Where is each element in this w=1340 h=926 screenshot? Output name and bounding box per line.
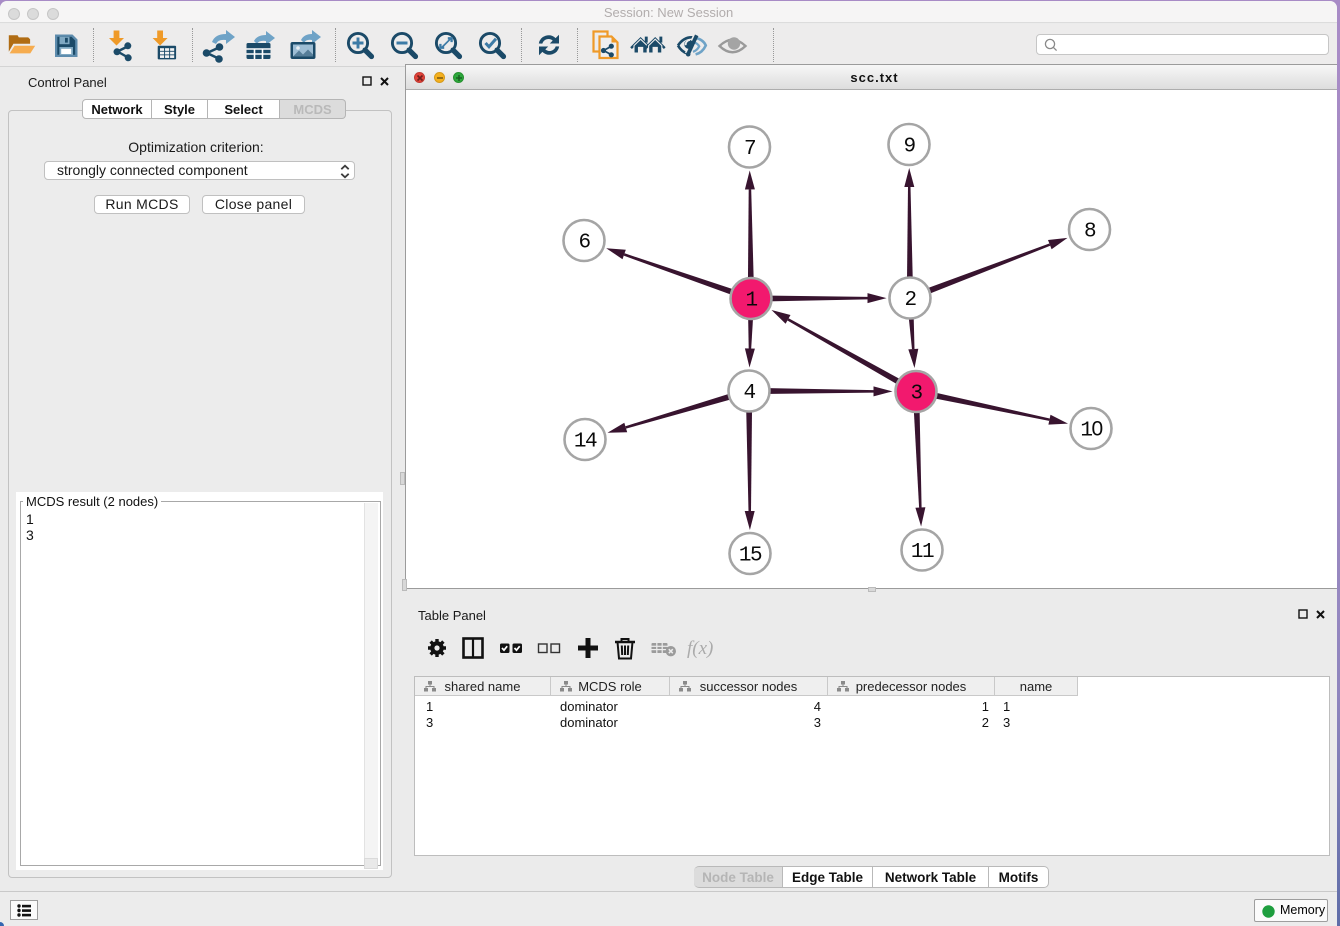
svg-text:1: 1 — [745, 290, 757, 313]
svg-text:7: 7 — [744, 138, 755, 161]
svg-text:8: 8 — [1084, 221, 1096, 244]
svg-text:9: 9 — [903, 136, 915, 159]
svg-text:2: 2 — [904, 289, 916, 312]
svg-text:f(x): f(x) — [687, 638, 713, 659]
svg-text:10: 10 — [1080, 418, 1102, 443]
svg-text:14: 14 — [574, 431, 597, 454]
svg-text:6: 6 — [578, 232, 590, 255]
svg-text:15: 15 — [739, 545, 762, 568]
svg-text:4: 4 — [743, 382, 755, 405]
svg-text:11: 11 — [911, 541, 934, 564]
svg-text:3: 3 — [910, 383, 922, 406]
